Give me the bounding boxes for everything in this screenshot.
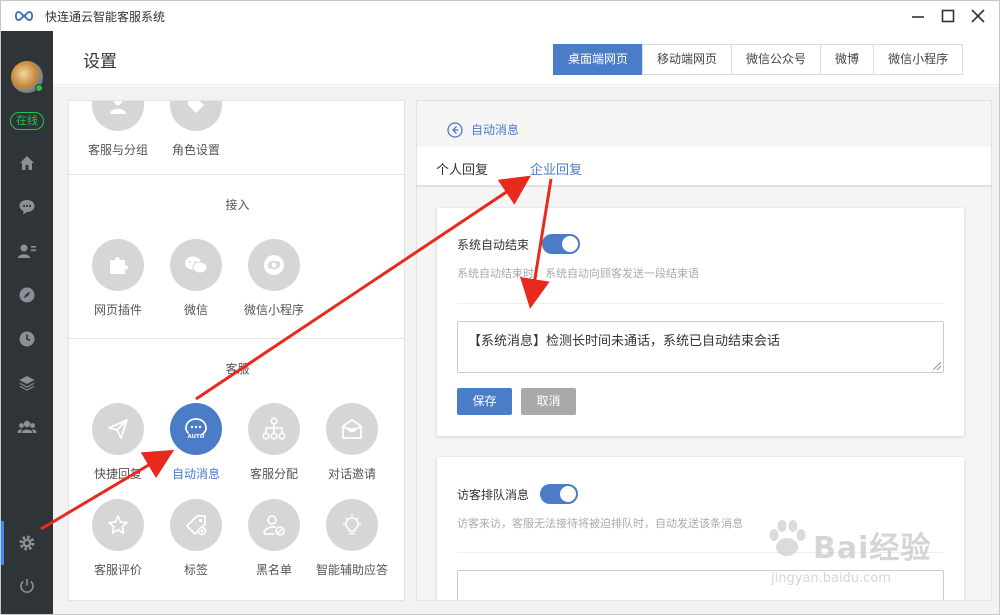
save-button[interactable]: 保存: [457, 388, 512, 415]
hierarchy-icon: [248, 403, 300, 455]
auto-end-hint: 系统自动结束时，系统自动向顾客发送一段结束语: [457, 267, 699, 280]
app-title: 快连通云智能客服系统: [45, 9, 166, 24]
window-controls: [903, 5, 993, 27]
sidebar-item-settings[interactable]: [1, 521, 53, 565]
platform-tabs: 桌面端网页 移动端网页 微信公众号 微博 微信小程序: [553, 44, 964, 75]
online-dot: [35, 84, 43, 92]
tab-wechat-official[interactable]: 微信公众号: [731, 44, 822, 75]
power-icon[interactable]: [16, 575, 38, 597]
wechat-icon: [170, 239, 222, 291]
tab-enterprise-reply[interactable]: 企业回复: [530, 159, 582, 178]
auto-end-card: 系统自动结束 系统自动结束时，系统自动向顾客发送一段结束语 【系统消息】检测长时…: [437, 208, 964, 436]
feature-web-plugin[interactable]: 网页插件: [79, 239, 157, 318]
title-bar: 快连通云智能客服系统: [1, 1, 999, 31]
feature-label: 对话邀请: [327, 467, 376, 481]
team-icon[interactable]: [16, 416, 38, 438]
queue-toggle[interactable]: [540, 484, 578, 504]
layers-icon[interactable]: [16, 372, 38, 394]
tab-mobile-web[interactable]: 移动端网页: [642, 44, 733, 75]
tab-desktop-web[interactable]: 桌面端网页: [553, 44, 644, 75]
feature-label: 黑名单: [255, 563, 292, 577]
feature-quick-reply[interactable]: 快捷回复: [79, 403, 157, 482]
feature-label: 网页插件: [93, 303, 142, 317]
feature-tags[interactable]: 标签: [157, 499, 235, 578]
infinity-logo-icon: [14, 11, 34, 21]
resize-handle[interactable]: [933, 362, 941, 370]
paw-icon: [769, 520, 806, 556]
contacts-icon[interactable]: [16, 240, 38, 262]
page-title: 设置: [83, 52, 117, 72]
chat-icon[interactable]: [16, 196, 38, 218]
cancel-button[interactable]: 取消: [521, 388, 576, 415]
agents-icon: [92, 101, 144, 131]
feature-role-settings[interactable]: 角色设置: [157, 101, 235, 158]
sidebar: 在线: [1, 31, 53, 614]
auto-end-label: 系统自动结束: [457, 238, 530, 252]
watermark-text: Bai经验: [813, 531, 932, 566]
clock-icon[interactable]: [16, 328, 38, 350]
feature-label: 角色设置: [171, 143, 220, 157]
tab-personal-reply[interactable]: 个人回复: [436, 159, 488, 178]
compass-icon[interactable]: [16, 284, 38, 306]
svg-text:AUTO: AUTO: [188, 434, 205, 440]
feature-service-rating[interactable]: 客服评价: [79, 499, 157, 578]
paper-plane-icon: [92, 403, 144, 455]
queue-label: 访客排队消息: [457, 488, 530, 502]
tab-weibo[interactable]: 微博: [820, 44, 875, 75]
queue-hint: 访客来访，客服无法接待将被迫排队时，自动发送该条消息: [457, 517, 743, 530]
section-title-service: 客服: [225, 362, 250, 376]
feature-label: 客服与分组: [87, 143, 148, 157]
watermark-url: jingyan.baidu.com: [771, 571, 891, 586]
auto-message-icon: AUTO: [170, 403, 222, 455]
close-icon[interactable]: [963, 5, 993, 27]
role-tag-icon: [170, 101, 222, 131]
auto-end-toggle[interactable]: [542, 234, 580, 254]
back-button[interactable]: 自动消息: [447, 121, 519, 138]
feature-auto-message[interactable]: AUTO 自动消息: [157, 403, 235, 482]
feature-label: 微信小程序: [243, 303, 304, 317]
feature-label: 标签: [183, 563, 208, 577]
home-icon[interactable]: [16, 152, 38, 174]
feature-label: 客服评价: [93, 563, 142, 577]
status-badge[interactable]: 在线: [10, 112, 44, 130]
section-title-access: 接入: [225, 198, 250, 212]
envelope-heart-icon: [326, 403, 378, 455]
miniprogram-icon: [248, 239, 300, 291]
star-icon: [92, 499, 144, 551]
feature-smart-assist[interactable]: 智能辅助应答: [313, 499, 391, 578]
feature-blacklist[interactable]: 黑名单: [235, 499, 313, 578]
minimize-icon[interactable]: [903, 5, 933, 27]
feature-label: 智能辅助应答: [315, 563, 388, 577]
auto-end-message-text: 【系统消息】检测长时间未通话，系统已自动结束会话: [468, 334, 781, 349]
settings-menu-panel: 客服与分组 角色设置 接入 网页插件 微信 微信小程序 客服 快捷回复 AUTO…: [68, 100, 405, 601]
feature-label: 微信: [183, 303, 208, 317]
section-divider: [69, 338, 404, 339]
tab-wechat-miniprogram[interactable]: 微信小程序: [873, 44, 964, 75]
reply-type-tabs: 个人回复 企业回复: [417, 147, 991, 187]
puzzle-icon: [92, 239, 144, 291]
feature-label: 客服分配: [249, 467, 298, 481]
auto-end-message-input[interactable]: 【系统消息】检测长时间未通话，系统已自动结束会话: [457, 321, 944, 373]
back-label: 自动消息: [471, 123, 520, 137]
maximize-icon[interactable]: [933, 5, 963, 27]
lightbulb-icon: [326, 499, 378, 551]
feature-wechat[interactable]: 微信: [157, 239, 235, 318]
gear-icon: [19, 535, 35, 551]
card-divider: [457, 303, 944, 304]
blocked-user-icon: [248, 499, 300, 551]
page-header: 设置 桌面端网页 移动端网页 微信公众号 微博 微信小程序: [53, 31, 999, 85]
tag-icon: [170, 499, 222, 551]
feature-chat-invitation[interactable]: 对话邀请: [313, 403, 391, 482]
feature-label: 快捷回复: [93, 467, 142, 481]
feature-label: 自动消息: [171, 467, 220, 481]
back-arrow-icon: [447, 121, 463, 138]
feature-agent-assignment[interactable]: 客服分配: [235, 403, 313, 482]
app-window: 快连通云智能客服系统 在线 设置 桌面端网页 移动端网页 微信公众号 微博 微信…: [0, 0, 1000, 615]
feature-wechat-miniprogram[interactable]: 微信小程序: [235, 239, 313, 318]
section-divider: [69, 174, 404, 175]
feature-agent-groups[interactable]: 客服与分组: [79, 101, 157, 158]
baidu-watermark: Bai经验 jingyan.baidu.com: [761, 517, 991, 597]
